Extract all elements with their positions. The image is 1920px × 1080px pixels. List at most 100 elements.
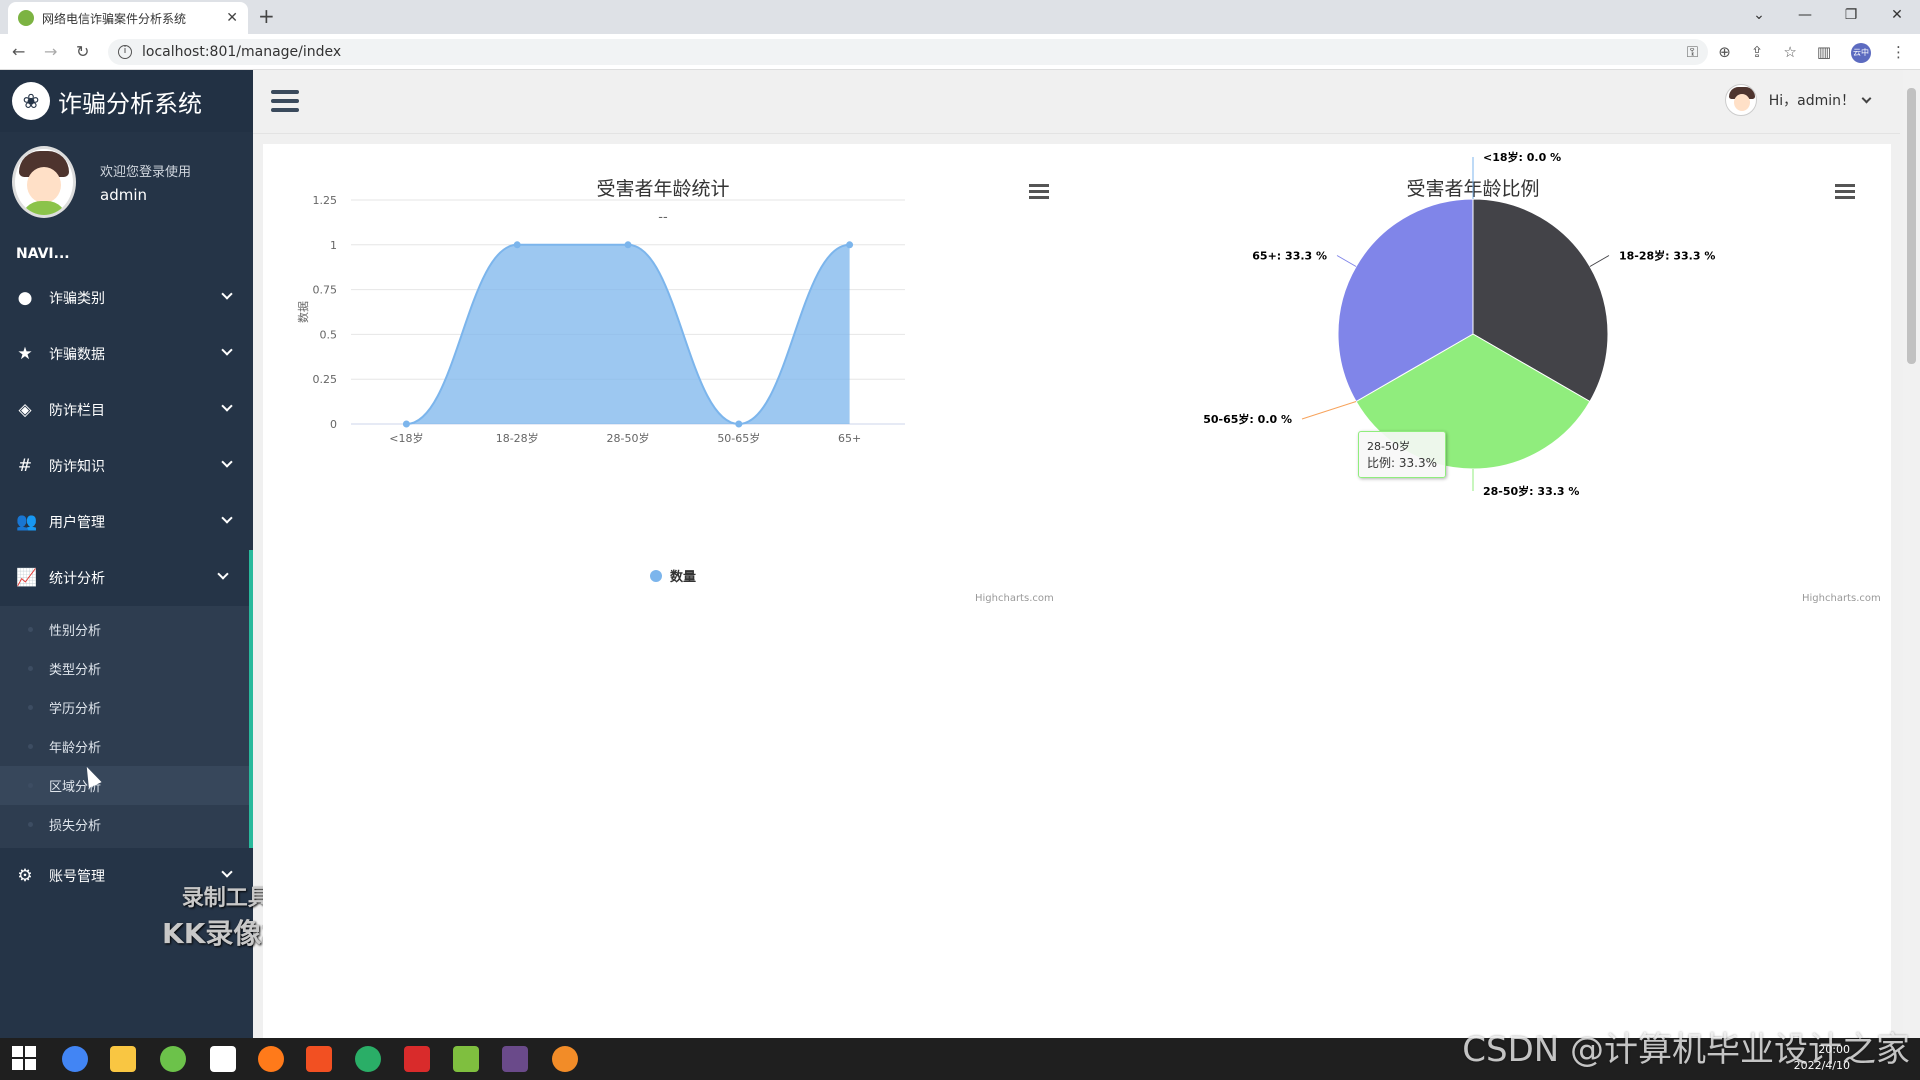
app-taskbar-icon[interactable] <box>552 1046 578 1072</box>
y-tick-label: 0.75 <box>313 284 338 297</box>
y-tick-label: 1 <box>330 239 337 252</box>
greeting-text: Hi，admin！ <box>1768 93 1855 109</box>
wechat-taskbar-icon[interactable] <box>355 1046 381 1072</box>
scroll-thumb[interactable] <box>1907 88 1916 364</box>
area-chart-svg: 数据 0 0.25 0.5 0.75 1 1.25 <18岁 18-28岁 28-50岁 50-6… <box>296 194 905 445</box>
app-taskbar-icon[interactable] <box>160 1046 186 1072</box>
profile-avatar[interactable]: 云中 <box>1851 43 1871 63</box>
reload-icon[interactable]: ↻ <box>76 42 89 61</box>
pie-data-label: 18-28岁: 33.3 % <box>1619 249 1715 263</box>
hamburger-menu-icon[interactable] <box>271 90 299 117</box>
tab-title: 网络电信诈骗案件分析系统 <box>42 11 187 26</box>
restore-icon[interactable]: ❐ <box>1828 0 1874 34</box>
leaf-favicon-icon <box>18 10 34 26</box>
chevron-down-icon <box>221 512 233 524</box>
notepad-taskbar-icon[interactable] <box>453 1046 479 1072</box>
x-tick-label: 50-65岁 <box>717 431 760 445</box>
minimize-icon[interactable]: — <box>1782 0 1828 34</box>
avatar <box>1724 84 1757 116</box>
subitem-gender-analysis[interactable]: 性别分析 <box>0 610 249 649</box>
brand[interactable]: ❀ 诈骗分析系统 <box>0 70 253 132</box>
cube-icon: ◈ <box>18 400 32 420</box>
sidebar-item-label: 诈骗类别 <box>49 291 105 307</box>
username: admin <box>100 185 147 204</box>
statistics-submenu: 性别分析 类型分析 学历分析 年龄分析 区域分析 损失分析 <box>0 606 253 848</box>
data-point <box>624 241 632 249</box>
chevron-down-icon <box>1861 93 1872 103</box>
data-point <box>402 420 410 428</box>
subitem-region-analysis[interactable]: 区域分析 <box>0 766 249 805</box>
app-taskbar-icon[interactable] <box>210 1046 236 1072</box>
key-icon[interactable]: ⚿ <box>1687 43 1698 63</box>
avatar <box>12 146 76 218</box>
close-tab-icon[interactable]: ✕ <box>226 10 238 26</box>
sidebar-item-anti-fraud-column[interactable]: ◈ 防诈栏目 <box>0 382 253 438</box>
data-point <box>513 241 521 249</box>
pie-data-label: <18岁: 0.0 % <box>1483 150 1561 164</box>
subitem-age-analysis[interactable]: 年龄分析 <box>0 727 249 766</box>
welcome-text: 欢迎您登录使用 <box>100 164 192 180</box>
sidebar-item-anti-fraud-knowledge[interactable]: # 防诈知识 <box>0 438 253 494</box>
legend-marker <box>650 569 662 582</box>
users-icon: 👥 <box>16 512 38 532</box>
url-field[interactable]: i localhost:801/manage/index <box>108 39 1708 65</box>
browser-menu-icon[interactable]: ⋮ <box>1891 43 1906 63</box>
app-taskbar-icon[interactable] <box>306 1046 332 1072</box>
sidebar-item-label: 防诈栏目 <box>49 403 105 419</box>
pie-connector <box>1589 255 1610 267</box>
sidepanel-icon[interactable]: ▥ <box>1817 43 1831 63</box>
new-tab-icon[interactable]: + <box>258 4 275 28</box>
top-header: Hi，admin！ <box>253 70 1900 134</box>
y-axis-label: 数据 <box>296 301 310 323</box>
page-scrollbar[interactable] <box>1903 70 1920 1038</box>
windows-start-icon[interactable] <box>12 1046 38 1072</box>
bookmark-star-icon[interactable]: ☆ <box>1783 43 1796 63</box>
pie-data-label: 50-65岁: 0.0 % <box>1203 412 1292 426</box>
brand-name: 诈骗分析系统 <box>58 89 202 118</box>
pie-tooltip: 28-50岁 比例: 33.3% <box>1358 431 1446 478</box>
tab-search-icon[interactable]: ⌄ <box>1736 0 1782 34</box>
sidebar-item-label: 防诈知识 <box>49 459 105 475</box>
subitem-type-analysis[interactable]: 类型分析 <box>0 649 249 688</box>
address-bar: ← → ↻ i localhost:801/manage/index ⚿ ⊕ ⇪… <box>0 34 1920 70</box>
y-tick-label: 0 <box>330 418 337 431</box>
chevron-down-icon <box>221 344 233 356</box>
wps-taskbar-icon[interactable] <box>404 1046 430 1072</box>
search-app-taskbar-icon[interactable] <box>258 1046 284 1072</box>
sidebar-item-fraud-data[interactable]: ★ 诈骗数据 <box>0 326 253 382</box>
main-content: 受害者年龄统计 -- 数据 0 0.25 0.5 0.75 1 1.25 <18岁 18-28… <box>263 144 1891 1038</box>
browser-tabbar: 网络电信诈骗案件分析系统 ✕ + ⌄ — ❐ ✕ <box>0 0 1920 34</box>
sidebar-item-label: 统计分析 <box>49 571 105 587</box>
highcharts-credit[interactable]: Highcharts.com <box>1802 593 1881 604</box>
share-icon[interactable]: ⇪ <box>1751 43 1764 63</box>
highcharts-credit[interactable]: Highcharts.com <box>975 593 1054 604</box>
chart-legend-item[interactable]: 数量 <box>650 566 696 585</box>
explorer-taskbar-icon[interactable] <box>110 1046 136 1072</box>
pie-chart-svg: <18岁: 0.0 % 18-28岁: 33.3 % 28-50岁: 33.3 % 5… <box>1203 150 1715 498</box>
data-point <box>846 241 854 249</box>
info-icon[interactable]: i <box>118 45 132 59</box>
pie-connector <box>1336 255 1357 267</box>
paw-logo-icon: ❀ <box>12 82 50 120</box>
subitem-education-analysis[interactable]: 学历分析 <box>0 688 249 727</box>
chrome-taskbar-icon[interactable] <box>62 1046 88 1072</box>
browser-tab[interactable]: 网络电信诈骗案件分析系统 ✕ <box>8 2 248 34</box>
csdn-watermark: CSDN @计算机毕业设计之家 <box>1462 1030 1910 1070</box>
age-area-chart: 受害者年龄统计 -- 数据 0 0.25 0.5 0.75 1 1.25 <18岁 18-28… <box>263 144 1063 624</box>
subitem-loss-analysis[interactable]: 损失分析 <box>0 805 249 844</box>
close-window-icon[interactable]: ✕ <box>1874 0 1920 34</box>
x-tick-label: 65+ <box>838 432 861 445</box>
sidebar-item-user-management[interactable]: 👥 用户管理 <box>0 494 253 550</box>
circle-icon: ● <box>17 288 33 308</box>
tooltip-title: 28-50岁 <box>1367 440 1410 453</box>
zoom-icon[interactable]: ⊕ <box>1718 43 1731 63</box>
sidebar-item-fraud-category[interactable]: ● 诈骗类别 <box>0 270 253 326</box>
pie-data-label: 65+: 33.3 % <box>1252 250 1327 263</box>
app-taskbar-icon[interactable] <box>502 1046 528 1072</box>
pie-connector <box>1301 401 1357 420</box>
forward-icon[interactable]: → <box>44 42 57 61</box>
back-icon[interactable]: ← <box>12 42 25 61</box>
user-dropdown[interactable]: Hi，admin！ <box>1724 84 1872 116</box>
y-tick-label: 0.25 <box>313 373 338 386</box>
sidebar-item-statistics[interactable]: 📈 统计分析 <box>0 550 253 606</box>
